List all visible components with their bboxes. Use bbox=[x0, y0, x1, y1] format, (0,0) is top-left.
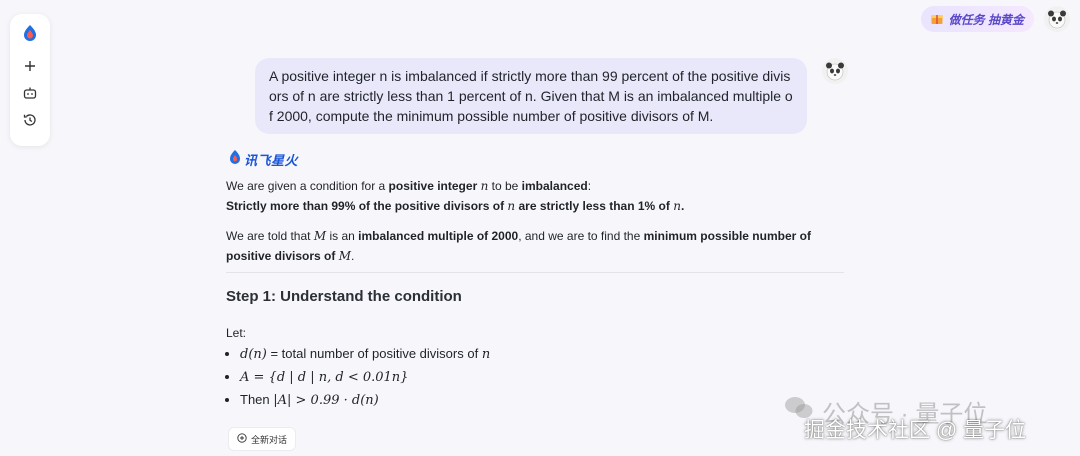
answer-text: is an bbox=[326, 229, 359, 243]
answer-text: We are given a condition for a bbox=[226, 179, 389, 193]
gift-icon bbox=[929, 10, 945, 29]
answer-text: . bbox=[351, 249, 355, 263]
user-message-bubble: A positive integer n is imbalanced if st… bbox=[255, 58, 807, 134]
math-var: M bbox=[313, 229, 327, 243]
plus-circle-icon bbox=[237, 433, 247, 445]
list-item: A = {d | d | n, d < 0.01n} bbox=[240, 366, 844, 389]
answer-bold: positive integer bbox=[388, 179, 478, 193]
answer-text: , and we are to find the bbox=[518, 229, 644, 243]
history-icon[interactable] bbox=[17, 107, 43, 133]
math-expr: A = {d | d | n, d < 0.01n} bbox=[240, 370, 409, 385]
answer-text: : bbox=[587, 179, 592, 193]
sidebar bbox=[10, 14, 50, 146]
new-chat-plus-icon[interactable] bbox=[17, 53, 43, 79]
let-label: Let: bbox=[226, 326, 247, 340]
top-right-bar: 做任务 抽黄金 bbox=[920, 6, 1070, 32]
list-item: d(n) = total number of positive divisors… bbox=[240, 343, 844, 366]
definition-list: d(n) = total number of positive divisors… bbox=[226, 343, 844, 412]
answer-bold: Strictly more than 99% of the positive d… bbox=[226, 199, 508, 213]
list-item: Then |A| > 0.99 · d(n) bbox=[240, 389, 844, 412]
math-expr: |A| > 0.99 · d(n) bbox=[273, 393, 379, 408]
answer-paragraph-3: We are told that M is an imbalanced mult… bbox=[226, 226, 844, 266]
list-item-text: = total number of positive divisors of bbox=[266, 346, 482, 361]
bot-icon[interactable] bbox=[17, 80, 43, 106]
spark-logo-icon[interactable] bbox=[17, 20, 43, 46]
step-heading: Step 1: Understand the condition bbox=[226, 288, 462, 305]
answer-bold: are strictly less than 1% of bbox=[515, 199, 674, 213]
spark-brand-icon bbox=[228, 149, 242, 170]
assistant-brand-name: 讯飞星火 bbox=[244, 153, 299, 168]
new-chat-label: 全新对话 bbox=[251, 434, 288, 445]
math-var: M bbox=[338, 249, 351, 263]
answer-paragraph-2: Strictly more than 99% of the positive d… bbox=[226, 196, 844, 216]
user-avatar bbox=[822, 58, 848, 84]
list-item-text: Then bbox=[240, 392, 274, 407]
task-reward-button[interactable]: 做任务 抽黄金 bbox=[920, 6, 1034, 32]
avatar[interactable] bbox=[1044, 6, 1070, 32]
assistant-answer: We are given a condition for a positive … bbox=[226, 176, 844, 412]
answer-bold: . bbox=[680, 199, 685, 213]
task-reward-label: 做任务 抽黄金 bbox=[948, 12, 1024, 27]
math-var: n bbox=[673, 199, 681, 213]
math-var: n bbox=[481, 347, 491, 362]
answer-paragraph-1: We are given a condition for a positive … bbox=[226, 176, 844, 196]
answer-text: to be bbox=[488, 179, 522, 193]
math-expr: d(n) bbox=[240, 347, 267, 362]
answer-text: We are told that bbox=[226, 229, 314, 243]
watermark-juejin: 掘金技术社区 @ 量子位 bbox=[804, 419, 1026, 442]
math-var: n bbox=[507, 199, 516, 213]
answer-bold: imbalanced multiple of 2000 bbox=[358, 229, 519, 243]
new-chat-button[interactable]: 全新对话 bbox=[228, 427, 297, 451]
assistant-brand: 讯飞星火 bbox=[228, 149, 298, 170]
divider bbox=[226, 272, 844, 273]
answer-bold: imbalanced bbox=[521, 179, 588, 193]
